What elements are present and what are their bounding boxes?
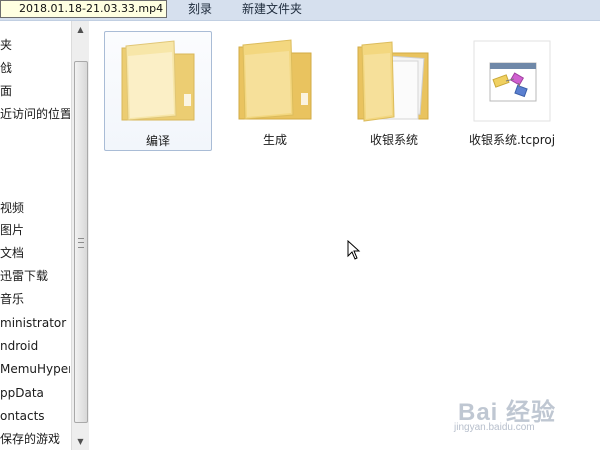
folder-with-documents-icon <box>357 41 429 122</box>
nav-item-documents[interactable]: 文档 <box>0 243 24 263</box>
file-item-pos-system-folder[interactable]: 收银系统 <box>341 31 447 149</box>
file-item-build-folder[interactable]: 生成 <box>222 31 328 149</box>
nav-item-music[interactable]: 音乐 <box>0 289 24 309</box>
burn-button[interactable]: 刻录 <box>188 1 212 17</box>
scroll-thumb[interactable] <box>74 61 88 423</box>
scroll-up-arrow-icon[interactable]: ▲ <box>72 21 89 38</box>
file-name: 编译 <box>145 134 170 148</box>
nav-item-pictures[interactable]: 图片 <box>0 220 24 240</box>
file-name: 收银系统 <box>369 133 418 147</box>
scroll-down-arrow-icon[interactable]: ▼ <box>72 433 89 450</box>
mouse-pointer-icon <box>347 240 361 260</box>
nav-item-android[interactable]: ndroid <box>0 336 38 356</box>
nav-item-downloads[interactable]: 戗 <box>0 58 12 78</box>
explorer-window: 刻录 新建文件夹 2018.01.18-21.03.33.mp4 夹 戗 面 近… <box>0 0 600 450</box>
nav-item-contacts[interactable]: ontacts <box>0 406 45 426</box>
nav-item-saved-games[interactable]: 保存的游戏 <box>0 429 60 449</box>
filename-tooltip: 2018.01.18-21.03.33.mp4 <box>0 0 168 18</box>
file-name: 生成 <box>262 133 287 147</box>
file-item-compile-folder[interactable]: 编译 <box>104 31 212 151</box>
baidu-jingyan-watermark: Bai 经验 jingyan.baidu.com <box>452 392 598 438</box>
scroll-grip-icon <box>78 238 84 248</box>
nav-item-memuhyperv[interactable]: MemuHyperv <box>0 359 70 379</box>
file-name: 收银系统.tcproj <box>468 133 556 147</box>
nav-item-recent-places[interactable]: 近访问的位置 <box>0 104 70 124</box>
watermark-url: jingyan.baidu.com <box>454 422 535 433</box>
nav-item-appdata[interactable]: ppData <box>0 383 44 403</box>
file-list: 编译 生成 收银系统 收银系统.tcproj <box>89 21 600 450</box>
nav-item-favorites[interactable]: 夹 <box>0 35 12 55</box>
nav-item-thunder-downloads[interactable]: 迅雷下载 <box>0 266 48 286</box>
folder-empty-icon <box>238 39 312 120</box>
nav-item-desktop[interactable]: 面 <box>0 81 12 101</box>
new-folder-button[interactable]: 新建文件夹 <box>242 1 302 17</box>
nav-item-videos[interactable]: 视频 <box>0 198 24 218</box>
file-item-project-file[interactable]: 收银系统.tcproj <box>459 31 565 149</box>
nav-item-administrator[interactable]: ministrator <box>0 313 66 333</box>
navigation-pane: 夹 戗 面 近访问的位置 视频 图片 文档 迅雷下载 音乐 ministrato… <box>0 21 70 450</box>
project-file-icon <box>473 40 551 122</box>
nav-scrollbar[interactable]: ▲ ▼ <box>71 21 89 450</box>
folder-empty-icon <box>121 40 195 121</box>
